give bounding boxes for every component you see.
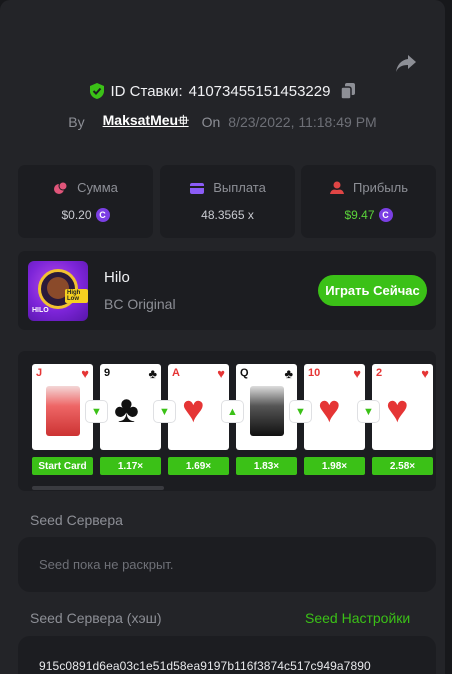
card-multiplier: 1.69× (168, 457, 229, 475)
server-seed-hash-value: 915c0891d6ea03c1e51d58ea9197b116f3874c51… (39, 659, 371, 673)
profit-icon (330, 181, 344, 194)
game-card: High Low HILO Hilo BC Original Играть Се… (18, 251, 436, 330)
stat-amount: Сумма $0.20 C (18, 165, 153, 238)
playing-card: 2 ♥ ♥ (372, 364, 433, 450)
stat-payout-value: 48.3565 x (201, 208, 254, 222)
card-center-suit-icon: ♥ (386, 389, 409, 431)
bet-author-row: By MaksatMeu⯐ On 8/23/2022, 11:18:49 PM (0, 110, 445, 134)
lower-arrow-icon: ▼ (86, 401, 107, 422)
playing-card: 9 ♣ ♣ (100, 364, 161, 450)
card-rank: 2 (376, 367, 383, 379)
seed-settings-link[interactable]: Seed Настройки (305, 610, 410, 626)
user-link[interactable]: MaksatMeu⯐ (103, 110, 189, 134)
playing-card: Q ♣ (236, 364, 297, 450)
card-center-suit-icon: ♥ (318, 389, 341, 431)
share-icon[interactable] (394, 52, 418, 74)
currency-icon: C (378, 208, 393, 222)
stat-profit-label: Прибыль (353, 180, 408, 195)
bet-id-label: ID Ставки: (110, 82, 183, 100)
stat-payout-label: Выплата (213, 180, 266, 195)
game-subtitle: BC Original (104, 296, 176, 312)
bet-details-panel: ID Ставки: 4107345515145322​9 By MaksatM… (0, 0, 445, 674)
play-now-button[interactable]: Играть Сейчас (318, 275, 427, 306)
cards-scrollbar[interactable] (32, 486, 164, 490)
by-label: By (68, 114, 85, 130)
card-rank: J (36, 367, 43, 379)
on-label: On (201, 114, 221, 130)
game-thumbnail[interactable]: High Low HILO (28, 261, 88, 321)
card-center-suit-icon: ♣ (114, 389, 139, 431)
thumb-title: HILO (32, 307, 49, 314)
card-multiplier: Start Card (32, 457, 93, 475)
card-suit-icon: ♣ (284, 366, 293, 381)
playing-card: 10 ♥ ♥ (304, 364, 365, 450)
card-multiplier: 1.98× (304, 457, 365, 475)
server-seed-label: Seed Сервера (30, 512, 123, 528)
stat-payout: Выплата 48.3565 x (160, 165, 295, 238)
server-seed-field: Seed пока не раскрыт. (18, 537, 436, 592)
card-rank: A (172, 367, 180, 379)
lower-arrow-icon: ▼ (290, 401, 311, 422)
playing-card: J ♥ (32, 364, 93, 450)
stat-amount-label: Сумма (77, 180, 118, 195)
bet-date: 8/23/2022, 11:18:49 PM (228, 114, 377, 130)
lower-arrow-icon: ▼ (154, 401, 175, 422)
card-rank: Q (240, 367, 249, 379)
server-seed-hash-field[interactable]: 915c0891d6ea03c1e51d58ea9197b116f3874c51… (18, 636, 436, 674)
lower-arrow-icon: ▼ (358, 401, 379, 422)
cards-strip[interactable]: J ♥ Start Card 9 ♣ ♣ 1.17× ▼ A ♥ ♥ 1.69× ▼ Q ♣ 1.83× ▲ 10… (18, 351, 436, 491)
card-rank: 10 (308, 367, 321, 379)
face-card-figure (46, 386, 80, 436)
thumb-tag: High Low (65, 289, 88, 303)
coins-icon (54, 181, 68, 194)
server-seed-placeholder: Seed пока не раскрыт. (39, 557, 174, 572)
card-suit-icon: ♥ (421, 366, 429, 381)
wallet-icon (190, 182, 205, 194)
card-center-suit-icon: ♥ (182, 389, 205, 431)
verified-shield-icon (89, 83, 104, 99)
card-multiplier: 1.17× (100, 457, 161, 475)
face-card-figure (250, 386, 284, 436)
card-multiplier: 1.83× (236, 457, 297, 475)
currency-icon: C (95, 208, 110, 222)
stat-profit: Прибыль $9.47 C (301, 165, 436, 238)
bet-id-value: 4107345515145322​9 (188, 82, 331, 100)
game-name[interactable]: Hilo (104, 269, 130, 286)
higher-arrow-icon: ▲ (222, 401, 243, 422)
card-suit-icon: ♥ (81, 366, 89, 381)
card-suit-icon: ♥ (353, 366, 361, 381)
bet-id-row: ID Ставки: 4107345515145322​9 (0, 82, 445, 100)
card-multiplier: 2.58× (372, 457, 433, 475)
playing-card: A ♥ ♥ (168, 364, 229, 450)
server-seed-hash-label: Seed Сервера (хэш) (30, 610, 162, 626)
card-rank: 9 (104, 367, 111, 379)
copy-icon[interactable] (340, 82, 356, 100)
card-suit-icon: ♥ (217, 366, 225, 381)
stat-profit-value: $9.47 (344, 208, 375, 222)
stat-amount-value: $0.20 (61, 208, 92, 222)
card-suit-icon: ♣ (148, 366, 157, 381)
